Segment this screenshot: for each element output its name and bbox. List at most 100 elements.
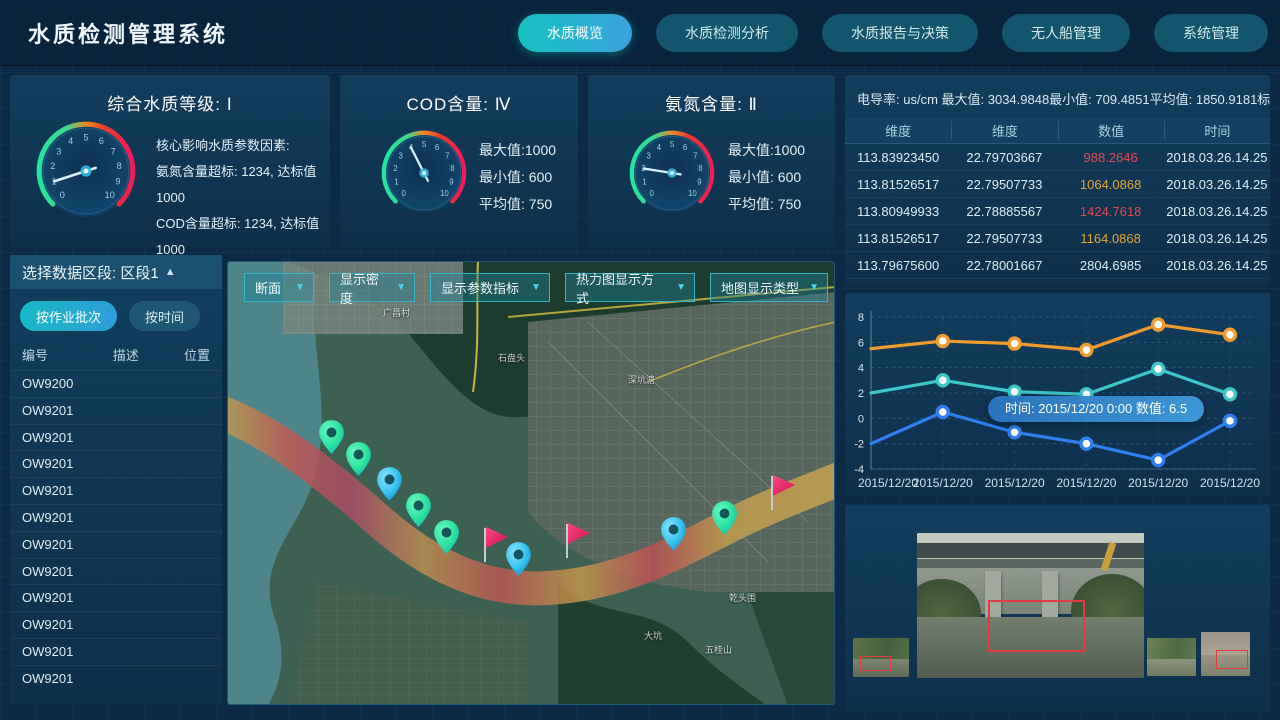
svg-text:2: 2 — [50, 161, 55, 171]
map-dropdown[interactable]: 断面▼ — [244, 273, 314, 302]
table-cell-lon: 113.79675600 — [845, 258, 951, 273]
svg-text:5: 5 — [670, 140, 675, 149]
column-header: 时间 — [1164, 121, 1270, 140]
svg-text:6: 6 — [858, 337, 864, 349]
segment-selector[interactable]: 选择数据区段: 区段1 ▲ — [10, 255, 222, 289]
svg-text:0: 0 — [60, 190, 65, 200]
list-item[interactable]: OW9201 — [10, 665, 222, 692]
chevron-down-icon: ▼ — [396, 282, 406, 293]
svg-text:1: 1 — [394, 178, 398, 187]
table-cell-lat: 22.79507733 — [951, 231, 1057, 246]
map-flag-icon[interactable] — [767, 470, 797, 512]
svg-text:4: 4 — [68, 136, 73, 146]
trend-line-chart[interactable]: 86420-2-42015/12/202015/12/202015/12/202… — [845, 293, 1270, 497]
map-dropdown[interactable]: 地图显示类型▼ — [710, 273, 828, 302]
map-toolbar: 断面▼显示密度▼显示参数指标▼热力图显示方式▼地图显示类型▼ — [244, 273, 828, 302]
map-panel[interactable]: 断面▼显示密度▼显示参数指标▼热力图显示方式▼地图显示类型▼ 广昌村石盘头深坑溏… — [227, 261, 835, 705]
cod-max: 最大值:1000 — [479, 137, 556, 164]
list-item[interactable]: OW9201 — [10, 477, 222, 504]
list-item[interactable]: OW9201 — [10, 558, 222, 585]
map-pin-icon[interactable] — [660, 516, 687, 552]
nav-item[interactable]: 水质报告与决策 — [822, 14, 978, 52]
svg-text:4: 4 — [657, 143, 662, 152]
table-cell-lat: 22.78885567 — [951, 204, 1057, 219]
nav: 水质概览水质检测分析水质报告与决策无人船管理系统管理 — [518, 14, 1268, 52]
map-flag-icon[interactable] — [480, 522, 510, 564]
map-pin-icon[interactable] — [405, 492, 432, 528]
map-dropdown-label: 显示密度 — [340, 269, 386, 307]
svg-text:2015/12/20: 2015/12/20 — [1128, 476, 1188, 490]
map-dropdown-label: 断面 — [255, 278, 281, 297]
map-dropdown[interactable]: 显示参数指标▼ — [430, 273, 550, 302]
map-pin-icon[interactable] — [376, 466, 403, 502]
overall-quality-gauge: 012345678910 — [30, 115, 142, 227]
conductivity-summary: 电导率: us/cm 最大值: 3034.9848最小值: 709.4851平均… — [845, 75, 1270, 118]
ammonia-min: 最小值: 600 — [728, 164, 805, 191]
svg-text:10: 10 — [688, 189, 697, 198]
svg-text:7: 7 — [693, 152, 697, 161]
collapse-arrow-icon[interactable]: ▲ — [165, 266, 176, 278]
panel-segments: 选择数据区段: 区段1 ▲ 按作业批次按时间 编号 描述 位置 OW9200OW… — [10, 255, 222, 705]
cod-gauge: 012345678910 — [376, 125, 472, 221]
segment-filter-button[interactable]: 按时间 — [129, 301, 200, 331]
map-dropdown[interactable]: 显示密度▼ — [329, 273, 415, 302]
list-item[interactable]: OW9201 — [10, 504, 222, 531]
card-ammonia: 氨氮含量: Ⅱ 012345678910 最大值:1000 最小值: 600 平… — [588, 75, 835, 247]
svg-text:2: 2 — [858, 388, 864, 400]
photo-thumbnail-2[interactable] — [1147, 638, 1196, 676]
table-cell-lon: 113.81526517 — [845, 231, 951, 246]
nav-item[interactable]: 无人船管理 — [1002, 14, 1130, 52]
table-row: 113.8152651722.795077331164.08682018.03.… — [845, 225, 1270, 252]
list-item[interactable]: OW9201 — [10, 638, 222, 665]
map-place-label: 广昌村 — [383, 306, 410, 319]
svg-text:9: 9 — [115, 176, 120, 186]
map-pin-icon[interactable] — [711, 500, 738, 536]
gauge-dial: 012345678910 — [624, 125, 720, 221]
list-item[interactable]: OW9201 — [10, 397, 222, 424]
list-item[interactable]: OW9201 — [10, 531, 222, 558]
orange-series — [871, 325, 1230, 350]
card-cod: COD含量: Ⅳ 012345678910 最大值:1000 最小值: 600 … — [340, 75, 578, 247]
map-place-label: 深坑溏 — [628, 373, 655, 386]
svg-text:2015/12/20: 2015/12/20 — [1200, 476, 1260, 490]
table-cell-value: 988.2646 — [1058, 150, 1164, 165]
svg-text:9: 9 — [449, 178, 453, 187]
app-title: 水质检测管理系统 — [28, 17, 228, 49]
list-item[interactable]: OW9200 — [10, 370, 222, 397]
map-place-label: 五桂山 — [705, 643, 732, 656]
column-header: 维度 — [845, 121, 951, 140]
list-item[interactable]: OW9201 — [10, 611, 222, 638]
map-pin-icon[interactable] — [433, 519, 460, 555]
factors-heading: 核心影响水质参数因素: — [156, 133, 330, 159]
gauge-dial: 012345678910 — [30, 115, 142, 227]
ammonia-gauge: 012345678910 — [624, 125, 720, 221]
list-item[interactable]: OW9201 — [10, 584, 222, 611]
nav-item[interactable]: 水质概览 — [518, 14, 632, 52]
map-dropdown[interactable]: 热力图显示方式▼ — [565, 273, 695, 302]
card-ammonia-title: 氨氮含量: Ⅱ — [588, 75, 835, 115]
main-site-photo[interactable] — [917, 533, 1144, 678]
svg-text:3: 3 — [647, 152, 652, 161]
segment-filter-button[interactable]: 按作业批次 — [20, 301, 117, 331]
svg-text:2015/12/20: 2015/12/20 — [913, 476, 973, 490]
map-pin-icon[interactable] — [318, 419, 345, 455]
map-place-label: 石盘头 — [498, 351, 525, 364]
svg-text:5: 5 — [422, 140, 427, 149]
svg-text:7: 7 — [445, 152, 449, 161]
teal-series — [871, 369, 1230, 394]
photo-thumbnail-1[interactable] — [853, 638, 909, 677]
col-desc: 描述 — [93, 345, 158, 364]
map-flag-icon[interactable] — [562, 518, 592, 560]
top-bar: 水质检测管理系统 水质概览水质检测分析水质报告与决策无人船管理系统管理 — [0, 0, 1280, 66]
svg-text:1: 1 — [642, 178, 646, 187]
ammonia-exceed-line: 氨氮含量超标: 1234, 达标值1000 — [156, 159, 330, 211]
table-cell-lon: 113.83923450 — [845, 150, 951, 165]
list-item[interactable]: OW9201 — [10, 450, 222, 477]
nav-item[interactable]: 系统管理 — [1154, 14, 1268, 52]
photo-thumbnail-3[interactable] — [1201, 632, 1250, 676]
list-item[interactable]: OW9201 — [10, 424, 222, 451]
map-pin-icon[interactable] — [345, 441, 372, 477]
table-row: 113.8152651722.795077331064.08682018.03.… — [845, 171, 1270, 198]
cod-stats: 最大值:1000 最小值: 600 平均值: 750 — [479, 137, 556, 218]
nav-item[interactable]: 水质检测分析 — [656, 14, 798, 52]
